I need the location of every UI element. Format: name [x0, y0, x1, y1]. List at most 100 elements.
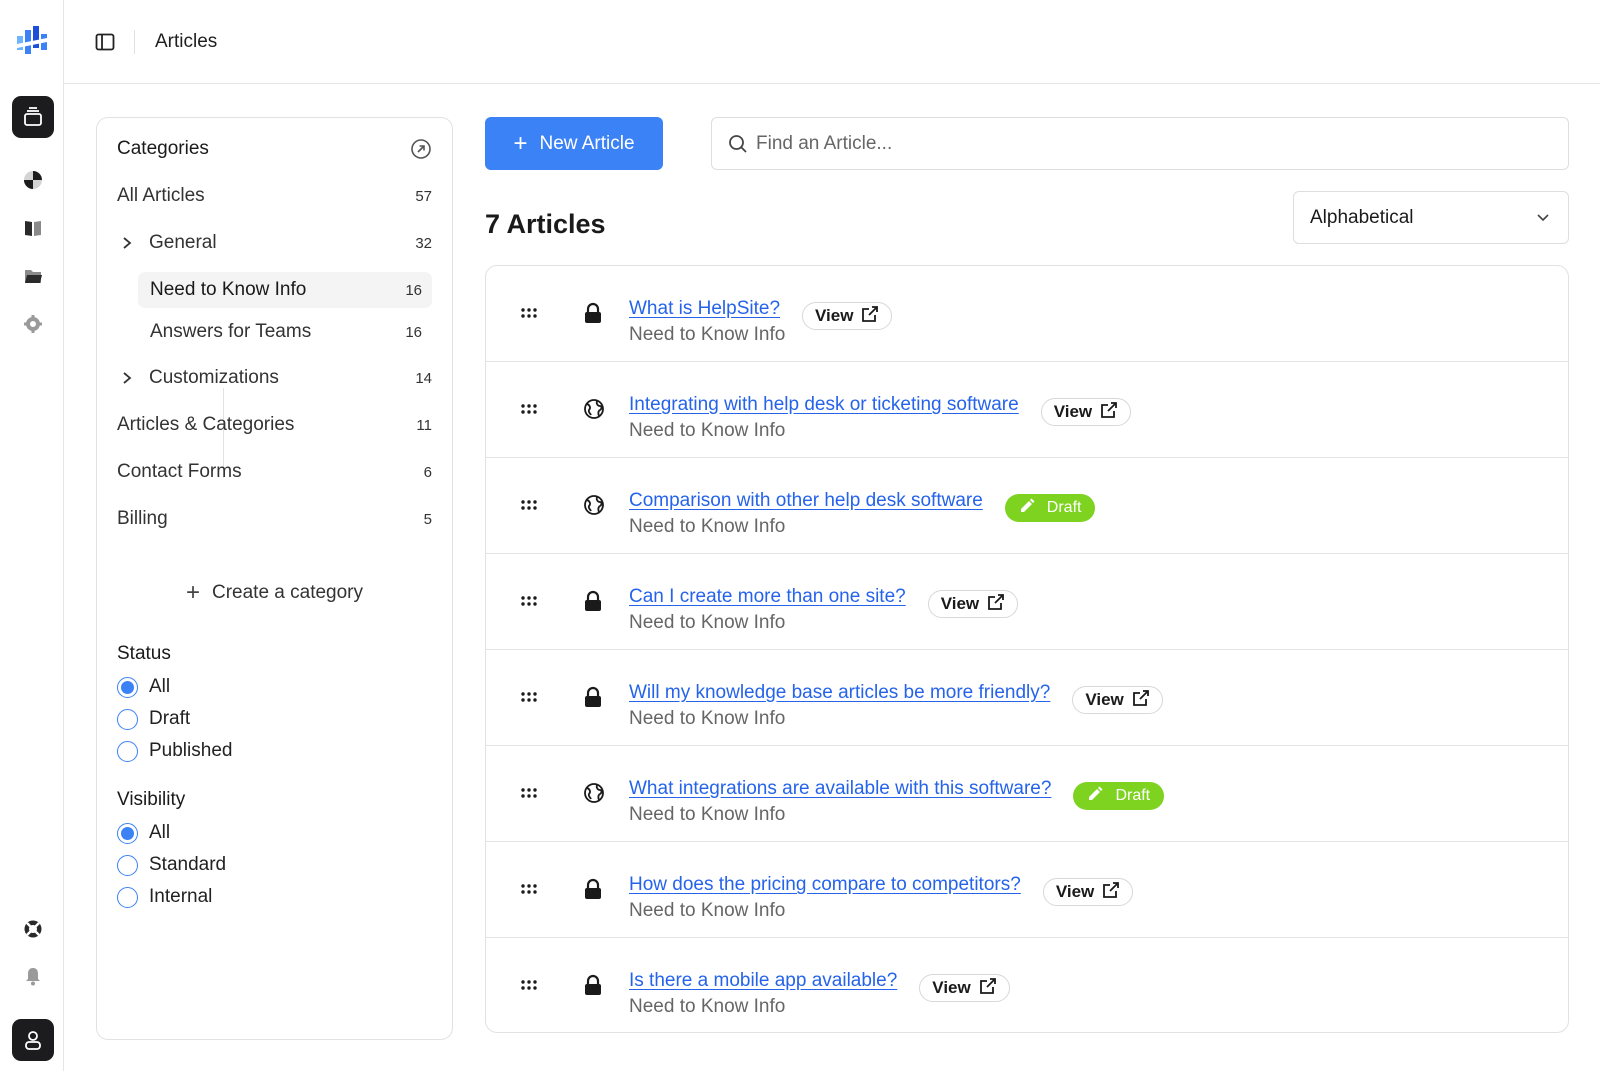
radio-selected [117, 676, 138, 698]
drag-handle-icon[interactable] [520, 498, 538, 512]
view-article-button[interactable]: View [919, 974, 1010, 1002]
visibility-option-all[interactable]: All [117, 817, 226, 849]
status-option-draft[interactable]: Draft [117, 703, 232, 735]
rail-settings-button[interactable] [12, 303, 54, 345]
category-answers-for-teams[interactable]: Answers for Teams 16 [138, 314, 432, 350]
rail-articles-button[interactable] [12, 96, 54, 138]
drag-handle-icon[interactable] [520, 786, 538, 800]
category-general[interactable]: General 32 [117, 225, 432, 261]
category-billing[interactable]: Billing 5 [117, 501, 432, 537]
article-row: Comparison with other help desk software… [486, 458, 1568, 554]
article-title-link[interactable]: Comparison with other help desk software [629, 490, 983, 512]
globe-icon [583, 398, 605, 422]
new-article-button[interactable]: + New Article [485, 117, 663, 170]
category-count: 14 [415, 369, 432, 387]
article-title-link[interactable]: What is HelpSite? [629, 298, 780, 320]
sidebar-toggle-button[interactable] [92, 29, 118, 55]
radio-selected [117, 822, 138, 844]
article-title-link[interactable]: Can I create more than one site? [629, 586, 906, 608]
view-article-button[interactable]: View [1042, 878, 1134, 906]
article-info: What integrations are available with thi… [629, 768, 1165, 826]
drag-handle-icon[interactable] [520, 978, 538, 992]
visibility-option-internal[interactable]: Internal [117, 881, 226, 913]
sort-select[interactable]: Alphabetical [1293, 191, 1569, 244]
bell-icon [26, 968, 40, 986]
status-filter-title: Status [117, 643, 171, 664]
category-all-articles[interactable]: All Articles 57 [117, 178, 432, 214]
category-need-to-know-info[interactable]: Need to Know Info 16 [138, 272, 432, 308]
visibility-filter-title: Visibility [117, 789, 186, 810]
radio-label: Standard [149, 854, 227, 875]
category-count: 11 [416, 416, 432, 434]
category-label: All Articles [117, 185, 205, 206]
pencil-icon [1087, 786, 1115, 807]
article-title-link[interactable]: Will my knowledge base articles be more … [629, 682, 1050, 704]
manage-categories-button[interactable] [410, 138, 432, 160]
article-title-link[interactable]: Is there a mobile app available? [629, 970, 897, 992]
view-article-button[interactable]: View [1072, 686, 1163, 714]
rail-knowledge-button[interactable] [12, 207, 54, 249]
article-title-link[interactable]: Integrating with help desk or ticketing … [629, 394, 1019, 416]
external-link-icon [1094, 881, 1120, 904]
chevron-right-icon[interactable] [117, 371, 137, 385]
lock-icon [583, 590, 605, 614]
rail-profile-button[interactable] [12, 1019, 54, 1061]
category-contact-forms[interactable]: Contact Forms 6 [117, 454, 432, 490]
external-link-icon [1092, 401, 1118, 424]
external-link-icon [411, 139, 431, 159]
view-label: View [932, 978, 971, 997]
sort-value: Alphabetical [1310, 206, 1414, 228]
view-article-button[interactable]: View [1040, 398, 1132, 426]
article-info: How does the pricing compare to competit… [629, 864, 1134, 922]
chevron-down-icon [1537, 213, 1549, 221]
category-label: Contact Forms [117, 461, 242, 482]
drag-handle-icon[interactable] [520, 882, 538, 896]
article-title-link[interactable]: What integrations are available with thi… [629, 778, 1051, 800]
search-input[interactable] [756, 132, 1536, 155]
view-article-button[interactable]: View [802, 302, 893, 330]
rail-analytics-button[interactable] [12, 159, 54, 201]
article-row: What integrations are available with thi… [486, 746, 1568, 842]
article-list: What is HelpSite? View Need to Know Info In… [485, 265, 1569, 1033]
lifebuoy-icon [24, 920, 42, 938]
logo-icon[interactable] [14, 24, 50, 60]
category-label: Answers for Teams [150, 321, 312, 342]
category-count: 5 [423, 510, 432, 528]
category-count: 6 [423, 463, 432, 481]
plus-icon: + [513, 129, 528, 157]
drag-handle-icon[interactable] [520, 306, 538, 320]
article-info: Is there a mobile app available? View Need… [629, 960, 1010, 1018]
visibility-filter: Visibility All Standard Internal [117, 789, 226, 913]
category-articles-and-categories[interactable]: Articles & Categories 11 [117, 407, 432, 443]
article-row: Will my knowledge base articles be more … [486, 650, 1568, 746]
view-label: View [1085, 690, 1124, 709]
drag-handle-icon[interactable] [520, 690, 538, 704]
category-count: 57 [415, 187, 432, 205]
articles-icon [24, 107, 42, 126]
visibility-option-standard[interactable]: Standard [117, 849, 226, 881]
create-category-button[interactable]: + Create a category [97, 581, 452, 605]
radio-unselected [117, 740, 138, 762]
sidebar-toggle-icon [95, 33, 115, 50]
gear-icon [24, 315, 42, 333]
drag-handle-icon[interactable] [520, 594, 538, 608]
category-label-wrap: General [117, 232, 217, 254]
external-link-icon [853, 305, 879, 328]
view-article-button[interactable]: View [927, 590, 1019, 618]
article-title-link[interactable]: How does the pricing compare to competit… [629, 874, 1021, 896]
radio-label: Draft [149, 708, 191, 729]
view-label: View [1055, 882, 1095, 901]
rail-files-button[interactable] [12, 255, 54, 297]
category-label: Customizations [149, 367, 279, 388]
chevron-right-icon[interactable] [117, 236, 137, 250]
drag-handle-icon[interactable] [520, 402, 538, 416]
status-option-all[interactable]: All [117, 671, 232, 703]
rail-help-button[interactable] [12, 908, 54, 950]
category-label: General [149, 232, 217, 253]
article-search [711, 117, 1569, 170]
article-row: How does the pricing compare to competit… [486, 842, 1568, 938]
view-label: View [940, 594, 980, 613]
rail-notifications-button[interactable] [12, 955, 54, 997]
status-option-published[interactable]: Published [117, 735, 232, 767]
category-customizations[interactable]: Customizations 14 [117, 360, 432, 396]
